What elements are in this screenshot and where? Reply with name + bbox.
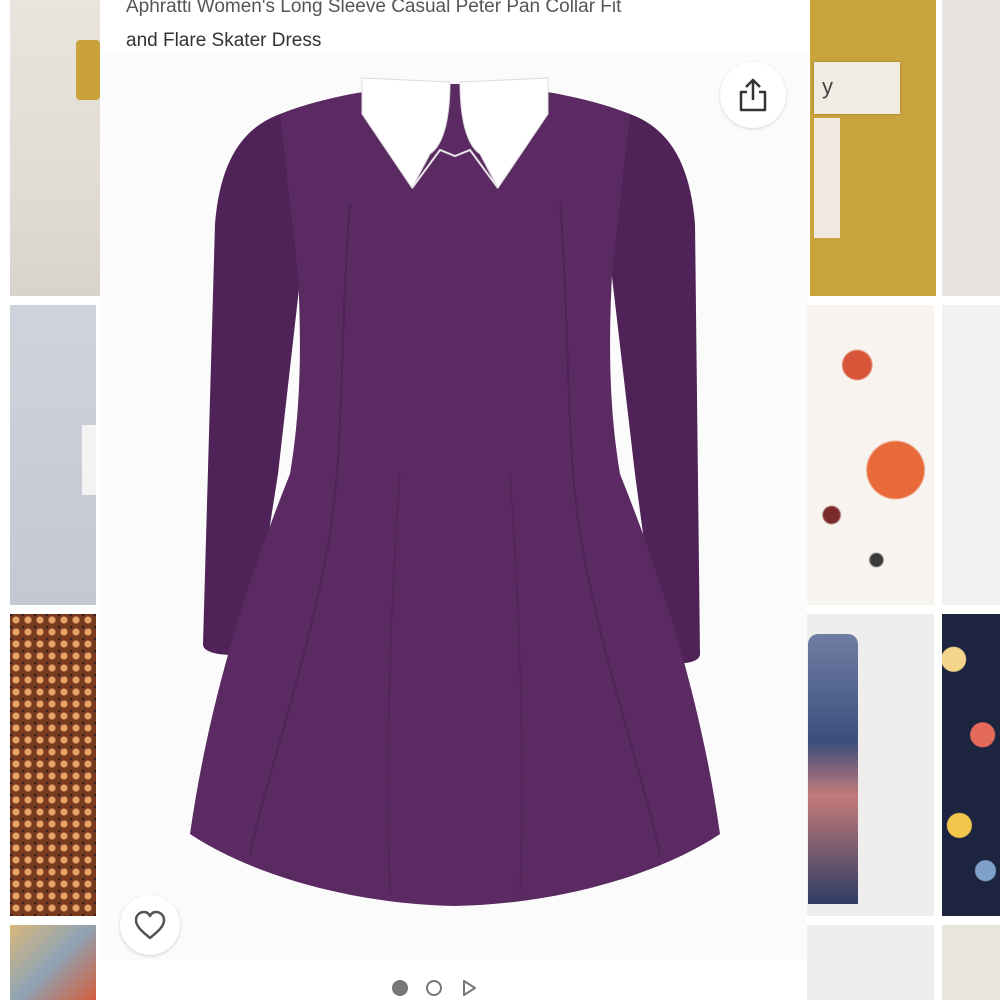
clothing-label: y <box>814 62 900 114</box>
carousel-dot-2[interactable] <box>426 980 442 996</box>
product-title-line-1: Aphratti Women's Long Sleeve Casual Pete… <box>126 0 622 17</box>
purple-dress-image <box>190 77 720 906</box>
collage-tile-floral-fabric <box>10 925 96 1000</box>
collage-tile-orange-floral-dress <box>806 305 934 605</box>
carousel-dot-1[interactable] <box>392 980 408 996</box>
product-title[interactable]: Aphratti Women's Long Sleeve Casual Pete… <box>126 0 786 58</box>
collage-tile-hanger <box>806 925 934 1000</box>
collage-tile-garment-label: y <box>810 0 936 296</box>
collage-tile-light-garment <box>942 0 1000 296</box>
heart-outline-icon <box>134 910 166 940</box>
collage-tile-white-garment <box>942 305 1000 605</box>
product-title-line-2: and Flare Skater Dress <box>126 30 322 51</box>
product-image[interactable] <box>100 54 807 960</box>
collage-tile-yellow-dress <box>10 0 100 296</box>
collage-tile-blue-garment <box>10 305 96 605</box>
collage-tile-bold-floral-dress <box>942 614 1000 916</box>
care-tag <box>814 118 840 238</box>
favorite-button[interactable] <box>120 895 180 955</box>
collage-tile-lace-garment <box>942 925 1000 1000</box>
collage-tile-navy-floral-dress <box>806 614 934 916</box>
video-play-icon[interactable] <box>460 979 478 997</box>
collage-tile-patterned-fabric <box>10 614 96 916</box>
share-button[interactable] <box>720 62 786 128</box>
carousel-indicator <box>392 974 478 1002</box>
product-card: Aphratti Women's Long Sleeve Casual Pete… <box>100 0 807 1000</box>
share-icon <box>739 78 767 112</box>
